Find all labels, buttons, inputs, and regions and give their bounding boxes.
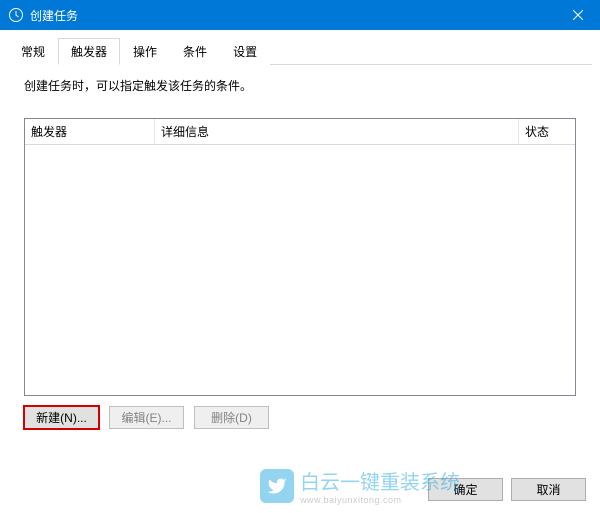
cancel-button[interactable]: 取消	[511, 478, 586, 501]
action-buttons: 新建(N)... 编辑(E)... 删除(D)	[24, 406, 576, 429]
ok-button[interactable]: 确定	[428, 478, 503, 501]
edit-button: 编辑(E)...	[109, 406, 184, 429]
tab-settings[interactable]: 设置	[220, 38, 270, 65]
tab-content: 创建任务时，可以指定触发该任务的条件。 触发器 详细信息 状态 新建(N)...…	[8, 65, 592, 441]
description-text: 创建任务时，可以指定触发该任务的条件。	[24, 77, 576, 94]
col-status-header[interactable]: 状态	[519, 119, 575, 144]
tab-conditions[interactable]: 条件	[170, 38, 220, 65]
dialog-footer: 确定 取消	[0, 465, 600, 513]
close-button[interactable]	[555, 0, 600, 30]
table-header: 触发器 详细信息 状态	[25, 119, 575, 145]
col-trigger-header[interactable]: 触发器	[25, 119, 155, 144]
window-title: 创建任务	[30, 7, 555, 24]
tabs: 常规 触发器 操作 条件 设置	[8, 38, 592, 65]
col-detail-header[interactable]: 详细信息	[155, 119, 519, 144]
tab-actions[interactable]: 操作	[120, 38, 170, 65]
titlebar: 创建任务	[0, 0, 600, 30]
tab-general[interactable]: 常规	[8, 38, 58, 65]
new-button[interactable]: 新建(N)...	[24, 406, 99, 429]
delete-button: 删除(D)	[194, 406, 269, 429]
tab-triggers[interactable]: 触发器	[58, 38, 120, 65]
table-body	[25, 145, 575, 397]
tabs-container: 常规 触发器 操作 条件 设置 创建任务时，可以指定触发该任务的条件。 触发器 …	[8, 38, 592, 441]
clock-icon	[8, 7, 24, 23]
triggers-table[interactable]: 触发器 详细信息 状态	[24, 118, 576, 396]
